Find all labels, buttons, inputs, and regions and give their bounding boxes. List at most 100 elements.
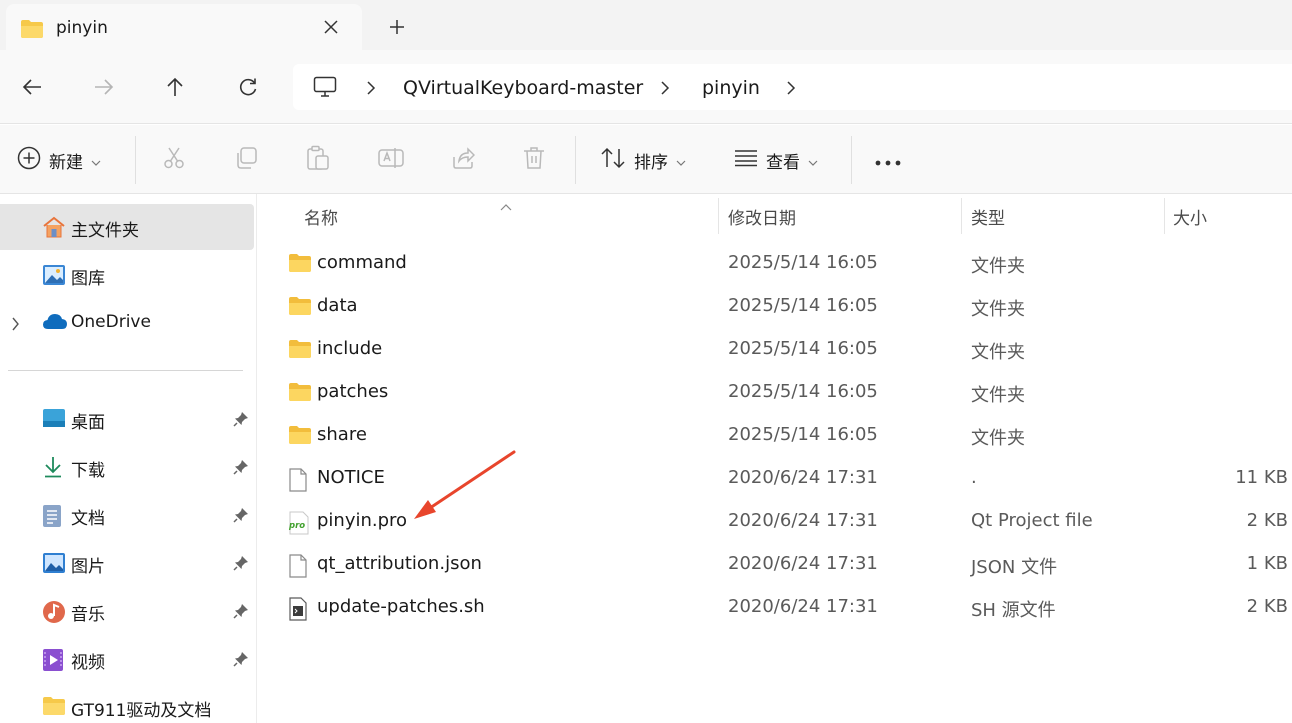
file-name: update-patches.sh [317, 596, 485, 617]
sidebar-item-music[interactable]: 音乐 [0, 588, 254, 634]
file-row[interactable]: NOTICE 2020/6/24 17:31. 11 KB [258, 456, 1292, 499]
arrow-up-icon[interactable] [160, 72, 190, 102]
computer-icon[interactable] [313, 76, 337, 102]
pictures-icon [42, 552, 65, 574]
chevron-down-icon [91, 151, 101, 170]
sort-ascending-icon [500, 196, 512, 215]
more-button[interactable] [875, 145, 901, 175]
file-row[interactable]: pro pinyin.pro 2020/6/24 17:31 Qt Project f… [258, 499, 1292, 542]
file-modified-date: 2020/6/24 17:31 [728, 510, 878, 531]
folder-icon [288, 253, 312, 277]
view-label: 查看 [766, 152, 800, 173]
copy-button[interactable] [234, 145, 258, 175]
file-row[interactable]: include 2025/5/14 16:05 文件夹 [258, 327, 1292, 370]
file-modified-date: 2025/5/14 16:05 [728, 252, 878, 273]
pin-icon[interactable] [233, 651, 249, 671]
file-name: qt_attribution.json [317, 553, 482, 574]
pin-icon[interactable] [233, 507, 249, 527]
column-header-modified[interactable]: 修改日期 [728, 204, 796, 229]
view-button[interactable]: 查看 [734, 145, 818, 175]
paste-button[interactable] [306, 145, 330, 175]
file-name: patches [317, 381, 389, 402]
folder-icon [20, 19, 44, 43]
new-button[interactable]: 新建 [17, 145, 101, 175]
view-list-icon [734, 149, 758, 171]
sidebar-item-desktop[interactable]: 桌面 [0, 396, 254, 442]
desktop-icon [42, 408, 65, 430]
file-type: 文件夹 [971, 342, 1025, 363]
column-divider[interactable] [718, 198, 719, 234]
column-divider[interactable] [961, 198, 962, 234]
file-row[interactable]: update-patches.sh 2020/6/24 17:31 SH 源文件 2 … [258, 585, 1292, 628]
file-row[interactable]: command 2025/5/14 16:05 文件夹 [258, 241, 1292, 284]
arrow-right-icon[interactable] [89, 72, 119, 102]
file-modified-date: 2020/6/24 17:31 [728, 467, 878, 488]
copy-icon [234, 146, 258, 174]
delete-button[interactable] [523, 145, 545, 175]
chevron-right-icon[interactable] [660, 80, 670, 99]
tab-title: pinyin [56, 18, 108, 38]
sidebar-item-label: 桌面 [71, 413, 105, 433]
file-row[interactable]: data 2025/5/14 16:05 文件夹 [258, 284, 1292, 327]
sidebar-item-gallery[interactable]: 图库 [0, 252, 254, 298]
file-modified-date: 2025/5/14 16:05 [728, 295, 878, 316]
pin-icon[interactable] [233, 555, 249, 575]
arrow-left-icon[interactable] [17, 72, 47, 102]
cut-button[interactable] [162, 145, 186, 175]
file-list: 名称 修改日期 类型 大小 command 2025/5/14 16:05 文件夹 d… [258, 194, 1292, 723]
column-header-name[interactable]: 名称 [304, 204, 338, 229]
tab-pinyin[interactable]: pinyin [6, 4, 362, 50]
sidebar-item-label: 视频 [71, 653, 105, 673]
breadcrumb-item[interactable]: pinyin [702, 77, 760, 99]
pin-icon[interactable] [233, 459, 249, 479]
file-modified-date: 2020/6/24 17:31 [728, 553, 878, 574]
paste-icon [306, 145, 330, 175]
plus-circle-icon [17, 146, 41, 174]
file-icon [288, 554, 308, 582]
column-divider[interactable] [1164, 198, 1165, 234]
file-type: . [971, 467, 977, 488]
file-row[interactable]: patches 2025/5/14 16:05 文件夹 [258, 370, 1292, 413]
sort-label: 排序 [634, 152, 668, 173]
file-icon [288, 468, 308, 496]
chevron-down-icon [808, 151, 818, 170]
column-header-type[interactable]: 类型 [971, 204, 1005, 229]
new-label: 新建 [49, 152, 83, 173]
file-row[interactable]: share 2025/5/14 16:05 文件夹 [258, 413, 1292, 456]
sidebar-item-videos[interactable]: 视频 [0, 636, 254, 682]
script-file-icon [288, 597, 308, 625]
rename-button[interactable] [378, 145, 404, 175]
folder-icon [288, 382, 312, 406]
sidebar-item-documents[interactable]: 文档 [0, 492, 254, 538]
file-modified-date: 2025/5/14 16:05 [728, 381, 878, 402]
breadcrumb-item[interactable]: QVirtualKeyboard-master [403, 77, 643, 99]
file-type: 文件夹 [971, 428, 1025, 449]
address-bar[interactable]: QVirtualKeyboard-master pinyin [293, 64, 1292, 110]
sidebar-item-label: OneDrive [71, 312, 151, 332]
sidebar-item-downloads[interactable]: 下载 [0, 444, 254, 490]
tab-strip: pinyin [0, 0, 1292, 50]
sidebar-item-pictures[interactable]: 图片 [0, 540, 254, 586]
more-horizontal-icon [875, 151, 901, 170]
share-button[interactable] [451, 145, 476, 175]
sort-button[interactable]: 排序 [600, 145, 686, 175]
sidebar-item-gt911[interactable]: GT911驱动及文档 [0, 684, 254, 723]
chevron-right-icon[interactable] [11, 316, 20, 335]
gallery-icon [42, 264, 65, 286]
chevron-right-icon[interactable] [786, 80, 796, 99]
close-icon[interactable] [318, 14, 344, 40]
sidebar-item-onedrive[interactable]: OneDrive [0, 300, 254, 346]
chevron-right-icon[interactable] [366, 80, 376, 99]
pin-icon[interactable] [233, 411, 249, 431]
command-bar: 新建 排序 查看 [0, 125, 1292, 194]
file-modified-date: 2025/5/14 16:05 [728, 424, 878, 445]
sidebar-item-home[interactable]: 主文件夹 [0, 204, 254, 250]
column-header-size[interactable]: 大小 [1173, 204, 1207, 229]
pin-icon[interactable] [233, 603, 249, 623]
refresh-icon[interactable] [233, 72, 263, 102]
plus-icon[interactable] [384, 14, 410, 40]
file-row[interactable]: qt_attribution.json 2020/6/24 17:31 JSON 文… [258, 542, 1292, 585]
file-modified-date: 2020/6/24 17:31 [728, 596, 878, 617]
qt-project-file-icon: pro [288, 511, 310, 539]
file-type: Qt Project file [971, 510, 1093, 531]
